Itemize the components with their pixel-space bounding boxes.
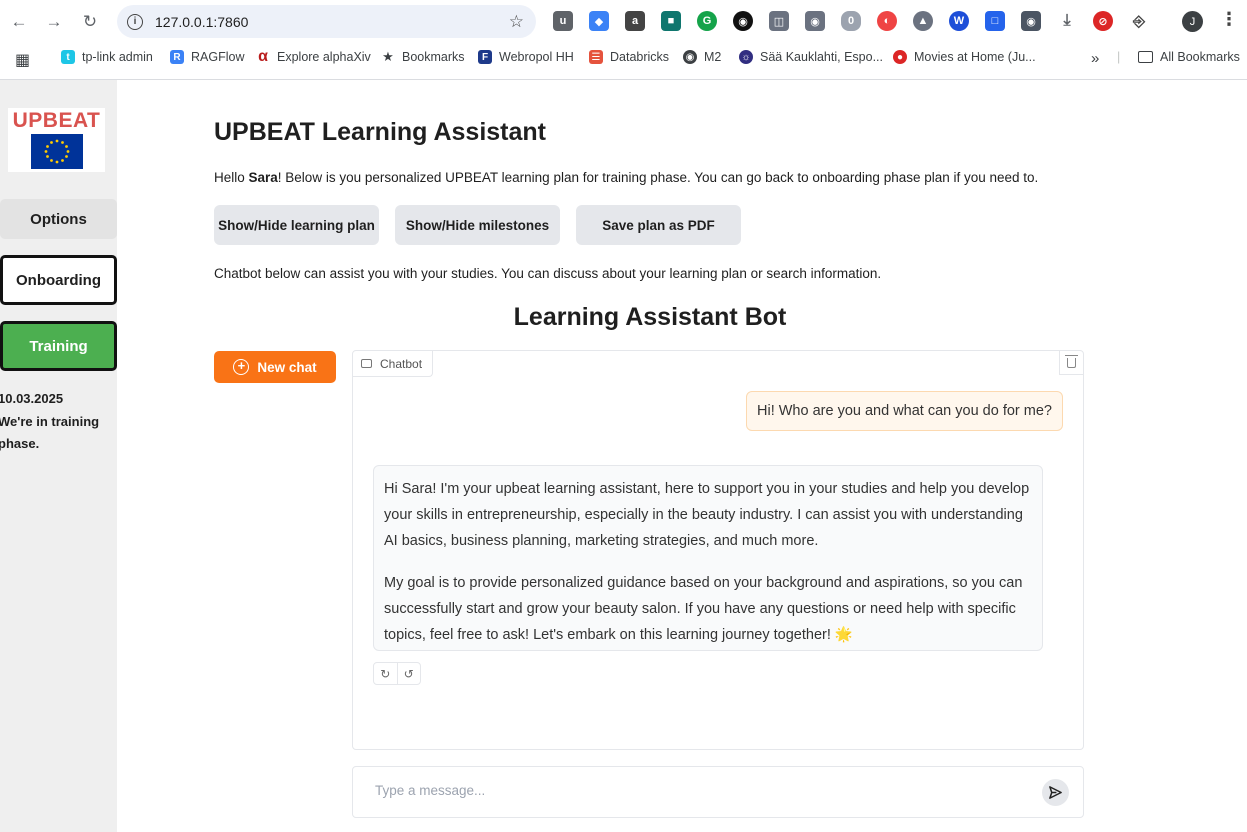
clear-chat-trash-icon[interactable] bbox=[1059, 351, 1083, 375]
browser-menu-icon[interactable]: ⋮ bbox=[1220, 9, 1238, 30]
databricks-icon: ☰ bbox=[589, 50, 603, 64]
extension-icon[interactable]: ⊘ bbox=[1093, 11, 1113, 31]
toggle-milestones-button[interactable]: Show/Hide milestones bbox=[395, 205, 560, 245]
globe-icon: ◉ bbox=[683, 50, 697, 64]
send-button[interactable] bbox=[1042, 779, 1069, 806]
extension-icon[interactable]: ◫ bbox=[769, 11, 789, 31]
intro-text: Hello Sara! Below is you personalized UP… bbox=[214, 170, 1039, 185]
bookmarks-divider: | bbox=[1117, 50, 1121, 64]
bot-message-paragraph: My goal is to provide personalized guida… bbox=[384, 575, 1023, 643]
grammarly-extension-icon[interactable]: G bbox=[697, 11, 717, 31]
tomato-icon: ● bbox=[893, 50, 907, 64]
apps-grid-icon[interactable]: ▦ bbox=[15, 50, 30, 70]
message-input-box bbox=[352, 766, 1084, 818]
logo-text: UPBEAT bbox=[12, 109, 101, 132]
onboarding-button[interactable]: Onboarding bbox=[0, 255, 117, 305]
crop-extension-icon[interactable]: □ bbox=[985, 11, 1005, 31]
forward-icon[interactable]: → bbox=[41, 9, 67, 35]
webropol-icon: F bbox=[478, 50, 492, 64]
chatbot-panel: Chatbot Hi! Who are you and what can you… bbox=[352, 350, 1084, 750]
upbeat-logo: UPBEAT bbox=[8, 108, 105, 172]
extension-icon[interactable]: ◆ bbox=[589, 11, 609, 31]
chat-bubble-icon bbox=[361, 359, 372, 368]
user-name: Sara bbox=[248, 170, 278, 185]
bot-message-paragraph: Hi Sara! I'm your upbeat learning assist… bbox=[384, 481, 1030, 549]
star-icon: ★ bbox=[381, 49, 395, 64]
retry-icon[interactable]: ↻ bbox=[374, 663, 398, 684]
extension-icon[interactable]: ◉ bbox=[1021, 11, 1041, 31]
profile-avatar[interactable]: J bbox=[1182, 11, 1203, 32]
bot-heading: Learning Assistant Bot bbox=[513, 303, 787, 331]
new-chat-button[interactable]: + New chat bbox=[214, 351, 336, 383]
reload-icon[interactable]: ↻ bbox=[77, 9, 103, 35]
bookmark-item[interactable]: ● Movies at Home (Ju... bbox=[893, 50, 1036, 64]
trash-icon bbox=[1065, 354, 1078, 368]
eye-extension-icon[interactable]: ◉ bbox=[733, 11, 753, 31]
ublock-extension-icon[interactable]: u bbox=[553, 11, 573, 31]
bookmark-item[interactable]: F Webropol HH bbox=[478, 50, 574, 64]
w-extension-icon[interactable]: W bbox=[949, 11, 969, 31]
camera-extension-icon[interactable]: ◉ bbox=[805, 11, 825, 31]
extensions-puzzle-icon[interactable]: ⎆ bbox=[1129, 11, 1149, 31]
bookmark-item[interactable]: α Explore alphaXiv bbox=[256, 48, 371, 65]
extension-icon[interactable]: ▲ bbox=[913, 11, 933, 31]
chatbot-label: Chatbot bbox=[353, 351, 434, 377]
bookmark-item[interactable]: ★ Bookmarks bbox=[381, 49, 465, 64]
bookmark-item[interactable]: ◉ M2 bbox=[683, 50, 721, 64]
user-message: Hi! Who are you and what can you do for … bbox=[746, 391, 1063, 431]
bookmark-item[interactable]: ☰ Databricks bbox=[589, 50, 669, 64]
phase-status-text: 10.03.2025 We're in training phase. bbox=[0, 391, 100, 451]
more-bookmarks-icon[interactable]: » bbox=[1091, 50, 1099, 67]
all-bookmarks[interactable]: All Bookmarks bbox=[1138, 50, 1240, 64]
sidebar: UPBEAT Options Onboarding Training 10.03… bbox=[0, 80, 117, 832]
bookmarks-bar: ▦ t tp-link admin R RAGFlow α Explore alpha… bbox=[0, 44, 1247, 74]
bookmark-star-icon[interactable]: ☆ bbox=[509, 12, 524, 32]
bookmark-item[interactable]: t tp-link admin bbox=[61, 50, 153, 64]
extension-icon[interactable]: ◐ bbox=[877, 11, 897, 31]
page-title: UPBEAT Learning Assistant bbox=[214, 118, 546, 146]
weather-icon: ☼ bbox=[739, 50, 753, 64]
address-bar[interactable]: i 127.0.0.1:7860 ☆ bbox=[117, 5, 536, 38]
extension-icon[interactable]: ■ bbox=[661, 11, 681, 31]
bot-message: Hi Sara! I'm your upbeat learning assist… bbox=[373, 465, 1043, 651]
plus-circle-icon: + bbox=[233, 359, 250, 375]
browser-chrome: ← → ↻ i 127.0.0.1:7860 ☆ u ◆ a ■ G ◉ ◫ ◉… bbox=[0, 0, 1247, 80]
download-icon[interactable]: ⤓ bbox=[1057, 11, 1077, 31]
toggle-learning-plan-button[interactable]: Show/Hide learning plan bbox=[214, 205, 379, 245]
message-actions: ↻ ↺ bbox=[373, 662, 421, 685]
bookmark-item[interactable]: R RAGFlow bbox=[170, 50, 244, 64]
folder-icon bbox=[1138, 51, 1153, 63]
extension-icon[interactable]: 0 bbox=[841, 11, 861, 31]
training-button[interactable]: Training bbox=[0, 321, 117, 371]
options-button[interactable]: Options bbox=[0, 199, 117, 239]
tplink-icon: t bbox=[61, 50, 75, 64]
back-icon[interactable]: ← bbox=[6, 9, 32, 35]
extension-icon[interactable]: a bbox=[625, 11, 645, 31]
site-info-icon[interactable]: i bbox=[127, 13, 143, 30]
url-text[interactable]: 127.0.0.1:7860 bbox=[155, 14, 509, 30]
eu-flag-icon bbox=[30, 134, 83, 169]
bookmark-item[interactable]: ☼ Sää Kauklahti, Espo... bbox=[739, 50, 883, 64]
chat-intro-text: Chatbot below can assist you with your s… bbox=[214, 266, 882, 281]
undo-icon[interactable]: ↺ bbox=[398, 663, 421, 684]
ragflow-icon: R bbox=[170, 50, 184, 64]
save-pdf-button[interactable]: Save plan as PDF bbox=[576, 205, 741, 245]
message-input[interactable] bbox=[375, 783, 1015, 798]
send-icon bbox=[1049, 786, 1062, 799]
alpha-icon: α bbox=[256, 48, 270, 65]
